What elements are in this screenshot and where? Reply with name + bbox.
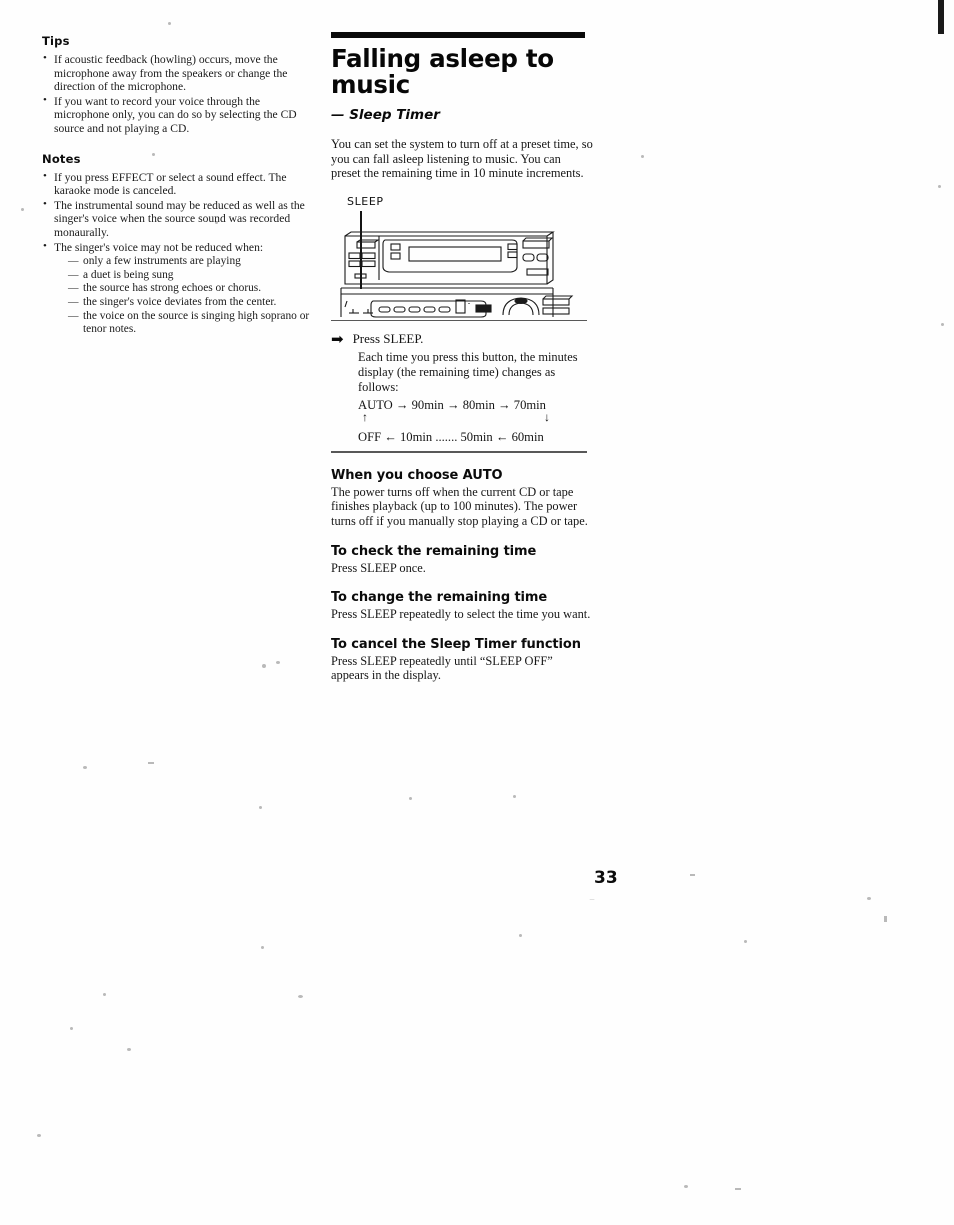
- left-column: Tips If acoustic feedback (howling) occu…: [42, 34, 310, 338]
- title-rule: [331, 32, 585, 38]
- scan-speck: [70, 1027, 73, 1030]
- sleep-cycle-top: AUTO → 90min → 80min → 70min: [358, 398, 546, 413]
- manual-page: Tips If acoustic feedback (howling) occu…: [0, 0, 954, 1225]
- section-body: Press SLEEP once.: [331, 560, 426, 575]
- scan-speck: [519, 934, 522, 937]
- section-heading: To cancel the Sleep Timer function: [331, 636, 581, 652]
- scan-speck: [884, 916, 887, 922]
- notes-item: The singer's voice may not be reduced wh…: [42, 240, 310, 337]
- notes-sub-item: the source has strong echoes or chorus.: [68, 282, 310, 296]
- section-cancel-sleep-timer: To cancel the Sleep Timer function Press…: [331, 637, 593, 683]
- scan-speck: [37, 1134, 41, 1137]
- tips-heading: Tips: [42, 34, 70, 48]
- scan-speck: [168, 22, 171, 25]
- arrow-up-icon: ↑: [362, 410, 368, 425]
- scan-speck: [298, 995, 303, 998]
- scan-speck: [259, 806, 262, 809]
- tips-item: If you want to record your voice through…: [42, 94, 310, 136]
- arrow-down-icon: ↓: [544, 410, 550, 425]
- scan-speck: [21, 208, 24, 211]
- section-body: Press SLEEP repeatedly to select the tim…: [331, 607, 591, 622]
- notes-sub-item: a duet is being sung: [68, 269, 310, 283]
- scan-speck: [262, 664, 266, 668]
- stereo-illustration: SLEEP: [331, 195, 591, 320]
- scan-speck: [641, 155, 644, 158]
- section-change-remaining-time: To change the remaining time Press SLEEP…: [331, 590, 593, 622]
- tips-list: If acoustic feedback (howling) occurs, m…: [42, 52, 310, 136]
- section-heading: To change the remaining time: [331, 590, 548, 606]
- scan-speck: [744, 940, 747, 943]
- notes-list: If you press EFFECT or select a sound ef…: [42, 170, 310, 337]
- notes-item: If you press EFFECT or select a sound ef…: [42, 170, 310, 198]
- scan-speck: [513, 795, 516, 798]
- intro-paragraph: You can set the system to turn off at a …: [331, 137, 593, 181]
- section-heading: To check the remaining time: [331, 543, 537, 559]
- step-explanation: Each time you press this button, the min…: [358, 350, 578, 394]
- arrow-right-icon: ➡: [331, 330, 344, 349]
- scan-speck: [148, 762, 154, 764]
- scan-speck: [276, 661, 280, 664]
- scan-speck: [261, 946, 264, 949]
- step-top-rule: [331, 319, 587, 322]
- section-body: The power turns off when the current CD …: [331, 484, 588, 528]
- section-heading: When you choose AUTO: [331, 467, 503, 483]
- step-block: ➡ Press SLEEP. Each time you press this …: [331, 331, 593, 451]
- sleep-cycle-connectors: ↑ ↓: [358, 410, 593, 426]
- scan-speck: [735, 1188, 741, 1190]
- sleep-cycle-bottom: OFF ← 10min ....... 50min ← 60min: [358, 430, 544, 445]
- notes-heading: Notes: [42, 151, 81, 166]
- step-bottom-rule: [331, 451, 587, 453]
- scan-speck: [867, 897, 871, 900]
- tips-item: If acoustic feedback (howling) occurs, m…: [42, 52, 310, 94]
- section-body: Press SLEEP repeatedly until “SLEEP OFF”…: [331, 653, 553, 683]
- right-column: Falling asleep to music — Sleep Timer Yo…: [331, 32, 593, 683]
- notes-sub-item: the singer's voice deviates from the cen…: [68, 296, 310, 310]
- page-subtitle: — Sleep Timer: [331, 107, 440, 123]
- stereo-unit-drawing: [340, 231, 574, 318]
- page-number: 33: [594, 868, 618, 888]
- scan-speck: [409, 797, 412, 800]
- scan-speck: [127, 1048, 131, 1051]
- step-instruction-line: ➡ Press SLEEP.: [331, 331, 593, 347]
- notes-sub-item: only a few instruments are playing: [68, 255, 310, 269]
- scan-speck: [938, 185, 941, 188]
- step-instruction: Press SLEEP.: [352, 331, 424, 347]
- notes-item: The instrumental sound may be reduced as…: [42, 198, 310, 240]
- page-title: Falling asleep to music: [331, 44, 554, 99]
- scan-speck: [690, 874, 695, 876]
- scan-artifact-bar: [938, 0, 944, 34]
- scan-speck: [83, 766, 87, 769]
- section-when-you-choose-auto: When you choose AUTO The power turns off…: [331, 468, 593, 529]
- step-detail: Each time you press this button, the min…: [358, 350, 593, 445]
- scan-speck: [103, 993, 106, 996]
- scan-smudge: [533, 897, 615, 903]
- notes-sub-item: the voice on the source is singing high …: [68, 310, 310, 337]
- section-check-remaining-time: To check the remaining time Press SLEEP …: [331, 544, 593, 576]
- notes-item-label: The singer's voice may not be reduced wh…: [54, 240, 264, 254]
- notes-sub-list: only a few instruments are playing a due…: [54, 255, 310, 337]
- scan-speck: [941, 323, 944, 326]
- scan-speck: [684, 1185, 688, 1188]
